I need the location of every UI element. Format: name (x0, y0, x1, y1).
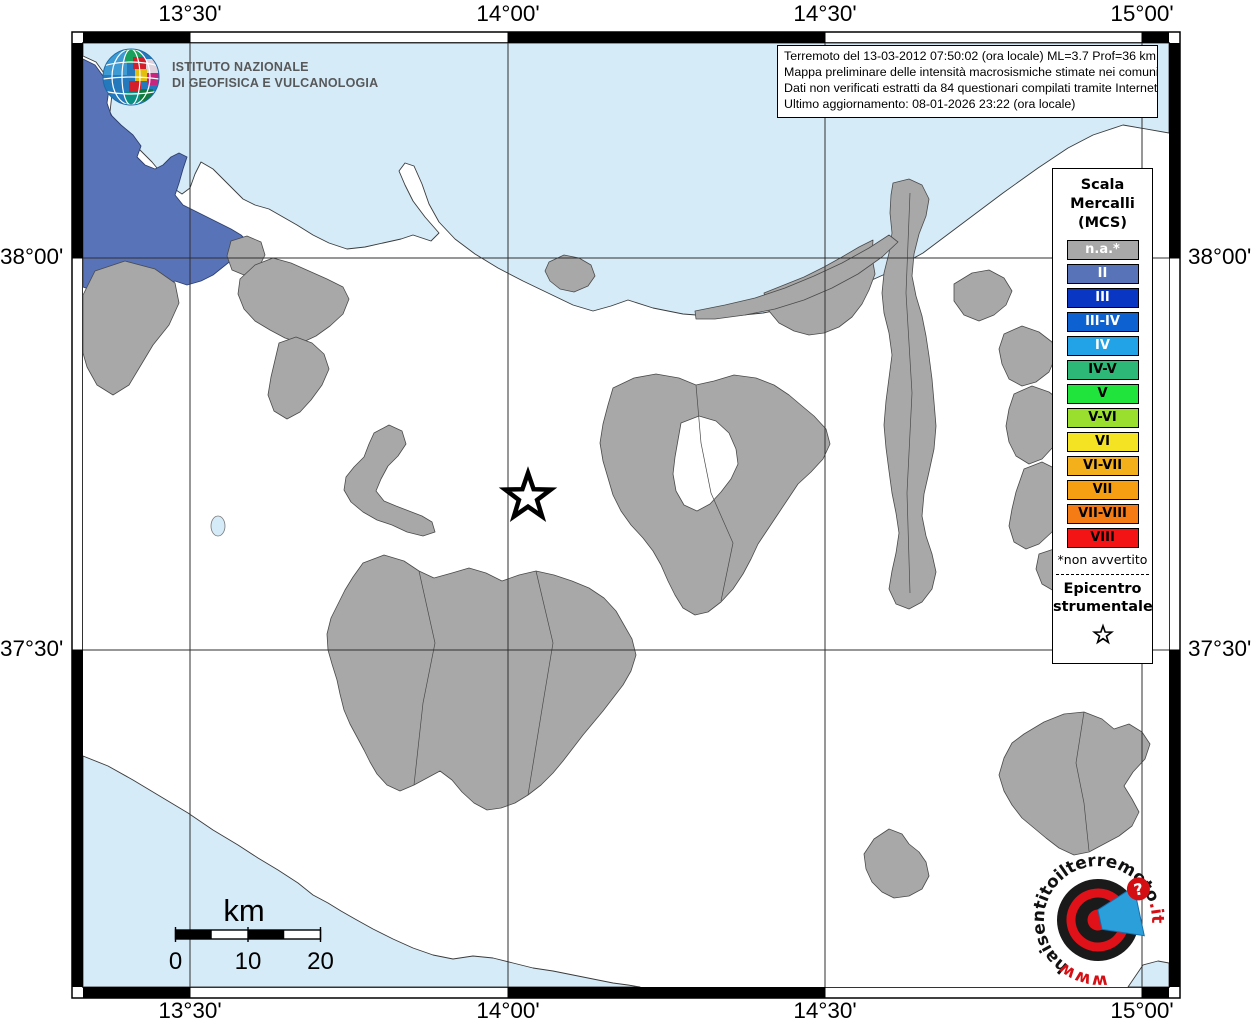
legend-divider (1056, 574, 1149, 575)
axis-label-right-0: 38°00' (1188, 244, 1252, 269)
scale-tick-0: 0 (169, 948, 182, 975)
info-line-event: Terremoto del 13-03-2012 07:50:02 (ora l… (784, 49, 1156, 63)
axis-label-top-0: 13°30' (158, 1, 222, 26)
legend-swatch-ii: II (1066, 264, 1139, 284)
legend-footnote: *non avvertito (1057, 552, 1148, 567)
axis-label-top-3: 15°00' (1110, 1, 1174, 26)
ingv-logo-text: ISTITUTO NAZIONALE DI GEOFISICA E VULCAN… (172, 60, 378, 91)
scale-tick-20: 20 (307, 948, 334, 975)
legend-swatch-viii: VIII (1066, 528, 1139, 548)
legend-epicenter-label: Epicentro (1063, 581, 1142, 597)
axis-label-left-0: 38°00' (0, 244, 64, 269)
epicenter-star-icon (1092, 625, 1113, 644)
info-line-data: Dati non verificati estratti da 84 quest… (784, 80, 1158, 95)
macroseismic-map-page: 13°30' 14°00' 14°30' 15°00' 13°30' 14°00… (0, 0, 1254, 1024)
hsit-logo: haisentitoilterremoto.it www. ? (1028, 848, 1173, 993)
axis-label-left-1: 37°30' (0, 636, 64, 661)
legend-swatch-vi-vii: VI-VII (1066, 456, 1139, 476)
legend-title-line: (MCS) (1077, 215, 1128, 231)
legend-box: Scala Mercalli (MCS) n.a.* II III III-IV… (1052, 168, 1153, 664)
legend-swatch-vii: VII (1066, 480, 1139, 500)
legend-swatch-v: V (1066, 384, 1139, 404)
legend-swatch-iii: III (1066, 288, 1139, 308)
earthquake-info-box: Terremoto del 13-03-2012 07:50:02 (ora l… (777, 45, 1158, 118)
legend-swatch-iv-v: IV-V (1066, 360, 1139, 380)
axis-label-right-1: 37°30' (1188, 636, 1252, 661)
axis-label-bottom-3: 15°00' (1110, 998, 1174, 1023)
map-svg: km 0 10 20 (71, 31, 1181, 999)
axis-label-bottom-2: 14°30' (793, 998, 857, 1023)
ingv-text-line: ISTITUTO NAZIONALE (172, 60, 309, 74)
ingv-text-line: DI GEOFISICA E VULCANOLOGIA (172, 75, 379, 90)
legend-title-line: Mercalli (1070, 196, 1135, 212)
legend-swatch-iv: IV (1066, 336, 1139, 356)
info-line-updated: Ultimo aggiornamento: 08-01-2026 23:22 (… (784, 96, 1076, 111)
legend-swatches: n.a.* II III III-IV IV IV-V V V-VI VI VI… (1053, 240, 1152, 548)
legend-swatch-vii-viii: VII-VIII (1066, 504, 1139, 524)
legend-swatch-v-vi: V-VI (1066, 408, 1139, 428)
scale-tick-10: 10 (235, 948, 262, 975)
legend-swatch-iii-iv: III-IV (1066, 312, 1139, 332)
ingv-globe-icon (102, 48, 160, 106)
legend-swatch-na: n.a.* (1066, 240, 1139, 260)
axis-label-top-2: 14°30' (793, 1, 857, 26)
lake (210, 515, 226, 537)
axis-label-bottom-1: 14°00' (476, 998, 540, 1023)
axis-label-bottom-0: 13°30' (158, 998, 222, 1023)
info-line-map: Mappa preliminare delle intensità macros… (784, 64, 1158, 79)
legend-swatch-vi: VI (1066, 432, 1139, 452)
legend-title-line: Scala (1080, 177, 1125, 193)
axis-label-top-1: 14°00' (476, 1, 540, 26)
scale-bar-unit: km (223, 893, 264, 928)
legend-epicenter-label: strumentale (1053, 599, 1153, 615)
